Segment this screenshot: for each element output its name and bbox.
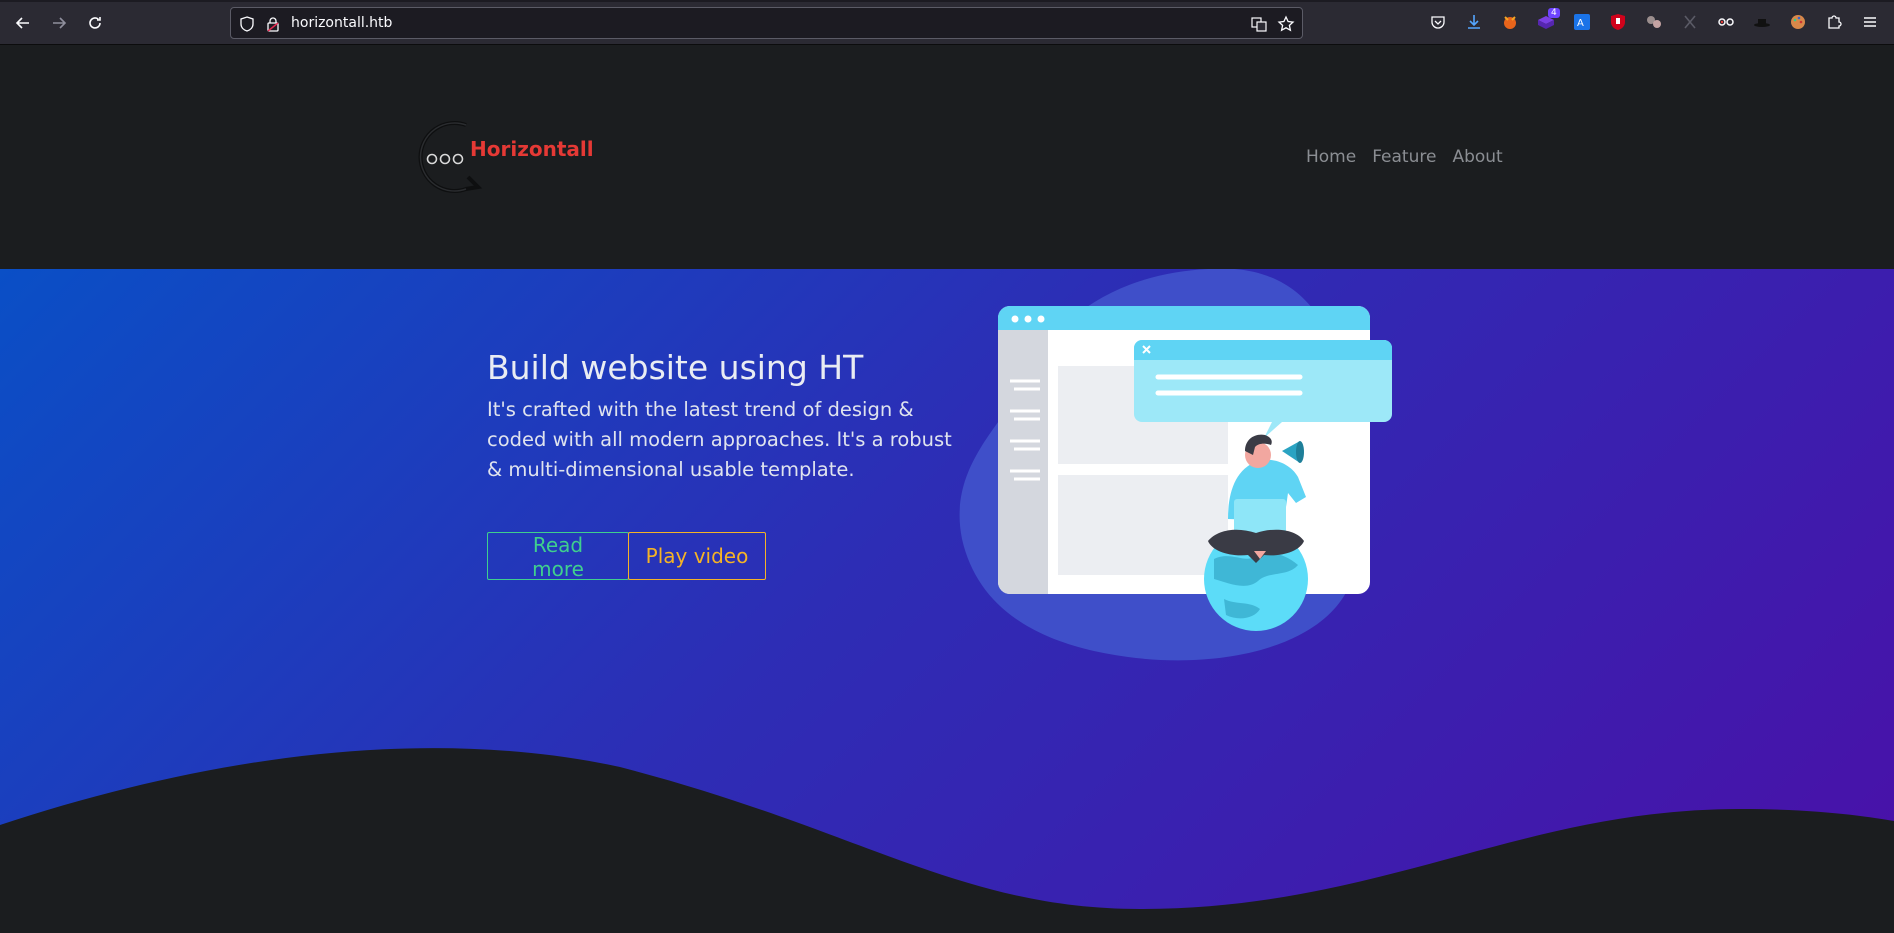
wappalyzer-icon[interactable] bbox=[1716, 12, 1736, 32]
forward-button[interactable] bbox=[46, 10, 72, 36]
browser-toolbar: horizontall.htb 4 A bbox=[0, 0, 1894, 45]
hero-illustration bbox=[959, 269, 1392, 661]
svg-text:A: A bbox=[1577, 18, 1584, 29]
hat-icon[interactable] bbox=[1752, 12, 1772, 32]
extension-badge-icon[interactable]: 4 bbox=[1536, 8, 1560, 32]
arrow-left-icon bbox=[15, 17, 29, 29]
hero-title: Build website using HT bbox=[487, 348, 864, 387]
reload-icon bbox=[89, 17, 101, 29]
cookie-icon[interactable] bbox=[1644, 12, 1664, 32]
nav-feature[interactable]: Feature bbox=[1372, 147, 1436, 167]
tab-strip bbox=[0, 0, 1894, 2]
web-page: Horizontall Home Feature About Build web… bbox=[0, 45, 1894, 933]
foxyproxy-icon[interactable] bbox=[1500, 12, 1520, 32]
pocket-icon[interactable] bbox=[1428, 12, 1448, 32]
hero-section: Build website using HT It's crafted with… bbox=[0, 269, 1894, 933]
translator-icon[interactable]: A bbox=[1572, 12, 1592, 32]
brand-name[interactable]: Horizontall bbox=[470, 137, 594, 161]
extensions-puzzle-icon[interactable] bbox=[1824, 12, 1844, 32]
main-nav: Home Feature About bbox=[1306, 147, 1503, 167]
lock-icon bbox=[267, 17, 279, 32]
site-header: Horizontall Home Feature About bbox=[0, 45, 1894, 269]
nav-about[interactable]: About bbox=[1452, 147, 1502, 167]
hamburger-menu-icon[interactable] bbox=[1860, 12, 1880, 32]
back-button[interactable] bbox=[10, 10, 36, 36]
nav-home[interactable]: Home bbox=[1306, 147, 1356, 167]
bookmark-star-icon[interactable] bbox=[1277, 15, 1295, 33]
ublock-icon[interactable] bbox=[1608, 12, 1628, 32]
palette-icon[interactable] bbox=[1788, 12, 1808, 32]
arrow-right-icon bbox=[53, 17, 67, 29]
read-more-button[interactable]: Read more bbox=[487, 532, 629, 581]
translate-icon[interactable] bbox=[1251, 16, 1267, 32]
download-icon[interactable] bbox=[1464, 12, 1484, 32]
address-bar[interactable]: horizontall.htb bbox=[230, 7, 1303, 39]
play-video-button[interactable]: Play video bbox=[628, 532, 766, 580]
extension-badge-count: 4 bbox=[1548, 8, 1560, 18]
hero-description: It's crafted with the latest trend of de… bbox=[487, 398, 952, 481]
bottom-wave bbox=[0, 748, 1894, 933]
disabled-extension-icon[interactable] bbox=[1680, 12, 1700, 32]
reload-button[interactable] bbox=[82, 10, 108, 36]
url-text: horizontall.htb bbox=[291, 15, 393, 31]
shield-icon bbox=[240, 16, 254, 32]
